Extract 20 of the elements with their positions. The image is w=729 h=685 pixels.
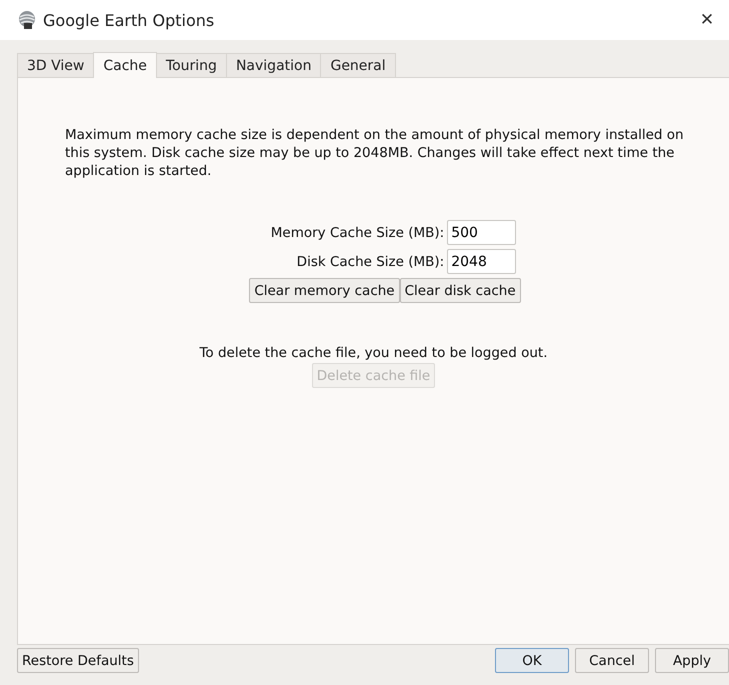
- tab[interactable]: Touring: [156, 53, 227, 77]
- clear-cache-button[interactable]: Clear disk cache: [400, 278, 521, 303]
- dialog-button[interactable]: Apply: [655, 648, 729, 673]
- globe-icon: [17, 10, 37, 30]
- tab[interactable]: Cache: [93, 52, 157, 78]
- field-label: Disk Cache Size (MB):: [296, 254, 444, 270]
- input-field[interactable]: 2048: [447, 249, 516, 274]
- tab[interactable]: Navigation: [226, 53, 322, 77]
- dialog-button[interactable]: OK: [495, 648, 569, 673]
- close-button[interactable]: ✕: [685, 9, 729, 31]
- window-title: Google Earth Options: [43, 10, 216, 30]
- delete-note: To delete the cache file, you need to be logged out.: [199, 345, 548, 361]
- tab[interactable]: 3D View: [17, 53, 94, 77]
- description-text: Maximum memory cache size is dependent on the amount of physical memory installed on this system. Disk cache size may be up to 2048MB. Changes will take effect next time the application is started.: [65, 126, 685, 180]
- field-label: Memory Cache Size (MB):: [270, 224, 444, 240]
- input-field[interactable]: 500: [447, 220, 516, 245]
- tab[interactable]: General: [320, 53, 396, 77]
- clear-cache-button[interactable]: Clear memory cache: [249, 278, 400, 303]
- restore-defaults-button[interactable]: Restore Defaults: [17, 648, 139, 673]
- dialog-button[interactable]: Cancel: [575, 648, 649, 673]
